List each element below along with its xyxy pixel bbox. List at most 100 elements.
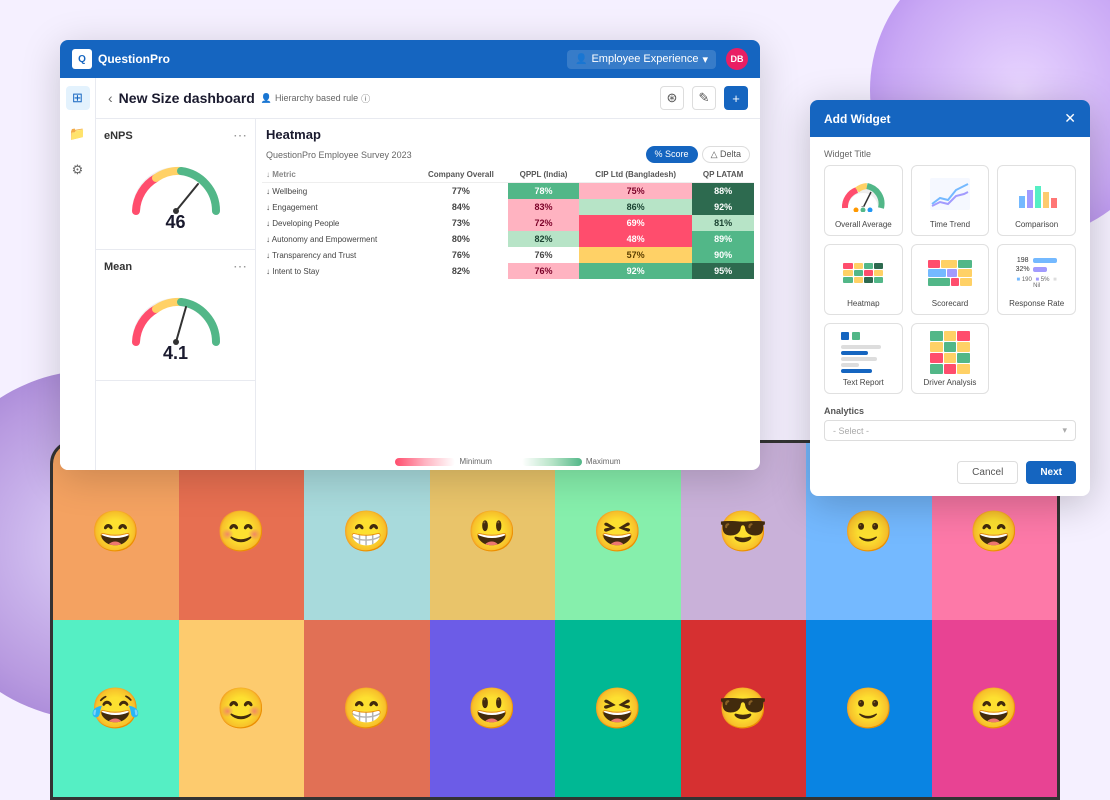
emp-exp-label: Employee Experience: [591, 53, 698, 65]
driver-analysis-icon: [918, 330, 983, 374]
cell-autonomy-latam: 89%: [692, 231, 754, 247]
modal-footer: Cancel Next: [810, 453, 1090, 496]
legend-min-gradient: [395, 458, 455, 466]
legend-max-label: Maximum: [586, 457, 621, 466]
list-item: 😆: [555, 620, 681, 797]
enps-widget: eNPS ⋯: [96, 119, 255, 250]
cell-engagement-cip: 86%: [579, 199, 692, 215]
cell-engagement-latam: 92%: [692, 199, 754, 215]
dashboard-wrapper: Q QuestionPro 👤 Employee Experience ▾ DB…: [60, 40, 1070, 600]
list-item: 😁: [304, 620, 430, 797]
metric-engagement: ↓ Engagement: [262, 199, 414, 215]
close-icon[interactable]: ✕: [1064, 110, 1076, 127]
sidebar-item-settings[interactable]: ⚙: [66, 158, 90, 182]
dashboard-header: ‹ New Size dashboard 👤 Hierarchy based r…: [96, 78, 760, 119]
legend-max: Maximum: [522, 457, 621, 466]
widget-label-comparison: Comparison: [1004, 220, 1069, 229]
panels-row: eNPS ⋯: [96, 119, 760, 470]
cell-wellbeing-co: 77%: [414, 183, 508, 200]
cell-developing-co: 73%: [414, 215, 508, 231]
add-widget-modal: Add Widget ✕ Widget Title: [810, 100, 1090, 496]
modal-title: Add Widget: [824, 112, 891, 126]
widget-option-scorecard[interactable]: Scorecard: [911, 244, 990, 315]
add-widget-button[interactable]: +: [724, 86, 748, 110]
enps-gauge: [126, 156, 226, 216]
mean-title: Mean: [104, 261, 132, 273]
cell-developing-latam: 81%: [692, 215, 754, 231]
col-metric: ↓ Metric: [262, 167, 414, 183]
back-arrow[interactable]: ‹: [108, 90, 113, 106]
sidebar-item-folder[interactable]: 📁: [66, 122, 90, 146]
analytics-label: Analytics: [824, 406, 1076, 416]
survey-label: QuestionPro Employee Survey 2023: [266, 150, 412, 160]
avatar[interactable]: DB: [726, 48, 748, 70]
cell-developing-india: 72%: [508, 215, 579, 231]
cancel-button[interactable]: Cancel: [957, 461, 1018, 484]
cell-transparency-cip: 57%: [579, 247, 692, 263]
mean-widget: Mean ⋯: [96, 250, 255, 381]
cell-wellbeing-cip: 75%: [579, 183, 692, 200]
comparison-icon: [1004, 172, 1069, 216]
cell-engagement-co: 84%: [414, 199, 508, 215]
widget-option-overall-average[interactable]: Overall Average: [824, 165, 903, 236]
list-item: 😄: [932, 620, 1058, 797]
widget-option-time-trend[interactable]: Time Trend: [911, 165, 990, 236]
mean-gauge: [126, 287, 226, 347]
enps-menu[interactable]: ⋯: [233, 127, 247, 144]
legend-min-label: Minimum: [459, 457, 491, 466]
hierarchy-label: Hierarchy based rule: [275, 93, 358, 103]
widget-label-scorecard: Scorecard: [918, 299, 983, 308]
employee-experience-selector[interactable]: 👤 Employee Experience ▾: [567, 50, 716, 69]
cell-intent-latam: 95%: [692, 263, 754, 279]
dashboard-title-row: ‹ New Size dashboard 👤 Hierarchy based r…: [108, 90, 370, 106]
overall-average-icon: [831, 172, 896, 216]
right-panel: Heatmap QuestionPro Employee Survey 2023…: [256, 119, 760, 470]
content-area: ⊞ 📁 ⚙ ‹ New Size dashboard 👤 Hierarchy b…: [60, 78, 760, 470]
widget-label-heatmap: Heatmap: [831, 299, 896, 308]
widget-option-text-report[interactable]: Text Report: [824, 323, 903, 394]
sidebar-item-grid[interactable]: ⊞: [66, 86, 90, 110]
edit-button[interactable]: ✎: [692, 86, 716, 110]
cell-transparency-india: 76%: [508, 247, 579, 263]
col-qppl: QPPL (India): [508, 167, 579, 183]
metric-transparency: ↓ Transparency and Trust: [262, 247, 414, 263]
table-row: ↓ Transparency and Trust 76% 76% 57% 90%: [262, 247, 754, 263]
filter-button[interactable]: ⊛: [660, 86, 684, 110]
tab-delta[interactable]: △ Delta: [702, 146, 750, 163]
analytics-select[interactable]: - Select - ▾: [824, 420, 1076, 441]
cell-wellbeing-india: 78%: [508, 183, 579, 200]
widget-option-comparison[interactable]: Comparison: [997, 165, 1076, 236]
widget-label-response-rate: Response Rate: [1004, 299, 1069, 308]
header-actions: ⊛ ✎ +: [660, 86, 748, 110]
page-title: New Size dashboard: [119, 90, 255, 106]
dropdown-arrow: ▾: [702, 53, 708, 66]
mean-menu[interactable]: ⋯: [233, 258, 247, 275]
cell-developing-cip: 69%: [579, 215, 692, 231]
list-item: 😊: [179, 620, 305, 797]
widget-option-response-rate[interactable]: 198 32% ■ 190 ■ 5% ■ Nil: [997, 244, 1076, 315]
legend-min: Minimum: [395, 457, 491, 466]
widget-title-label: Widget Title: [824, 149, 1076, 159]
heatmap-icon: [831, 251, 896, 295]
heatmap-tabs: % Score △ Delta: [646, 146, 750, 163]
list-item: 😃: [430, 620, 556, 797]
cell-transparency-co: 76%: [414, 247, 508, 263]
analytics-section: Analytics - Select - ▾: [824, 406, 1076, 441]
next-button[interactable]: Next: [1026, 461, 1076, 484]
cell-intent-india: 76%: [508, 263, 579, 279]
enps-gauge-container: 46: [104, 148, 247, 241]
widget-label-time-trend: Time Trend: [918, 220, 983, 229]
enps-title: eNPS: [104, 130, 133, 142]
modal-header: Add Widget ✕: [810, 100, 1090, 137]
nav-right: 👤 Employee Experience ▾ DB: [567, 48, 748, 70]
widget-option-driver-analysis[interactable]: Driver Analysis: [911, 323, 990, 394]
logo-icon: Q: [72, 49, 92, 69]
table-row: ↓ Intent to Stay 82% 76% 92% 95%: [262, 263, 754, 279]
main-content: ‹ New Size dashboard 👤 Hierarchy based r…: [96, 78, 760, 470]
mean-widget-header: Mean ⋯: [104, 258, 247, 275]
logo-text: QuestionPro: [98, 52, 170, 66]
tab-score[interactable]: % Score: [646, 146, 698, 163]
mean-value: 4.1: [163, 343, 188, 364]
metric-developing: ↓ Developing People: [262, 215, 414, 231]
widget-option-heatmap[interactable]: Heatmap: [824, 244, 903, 315]
